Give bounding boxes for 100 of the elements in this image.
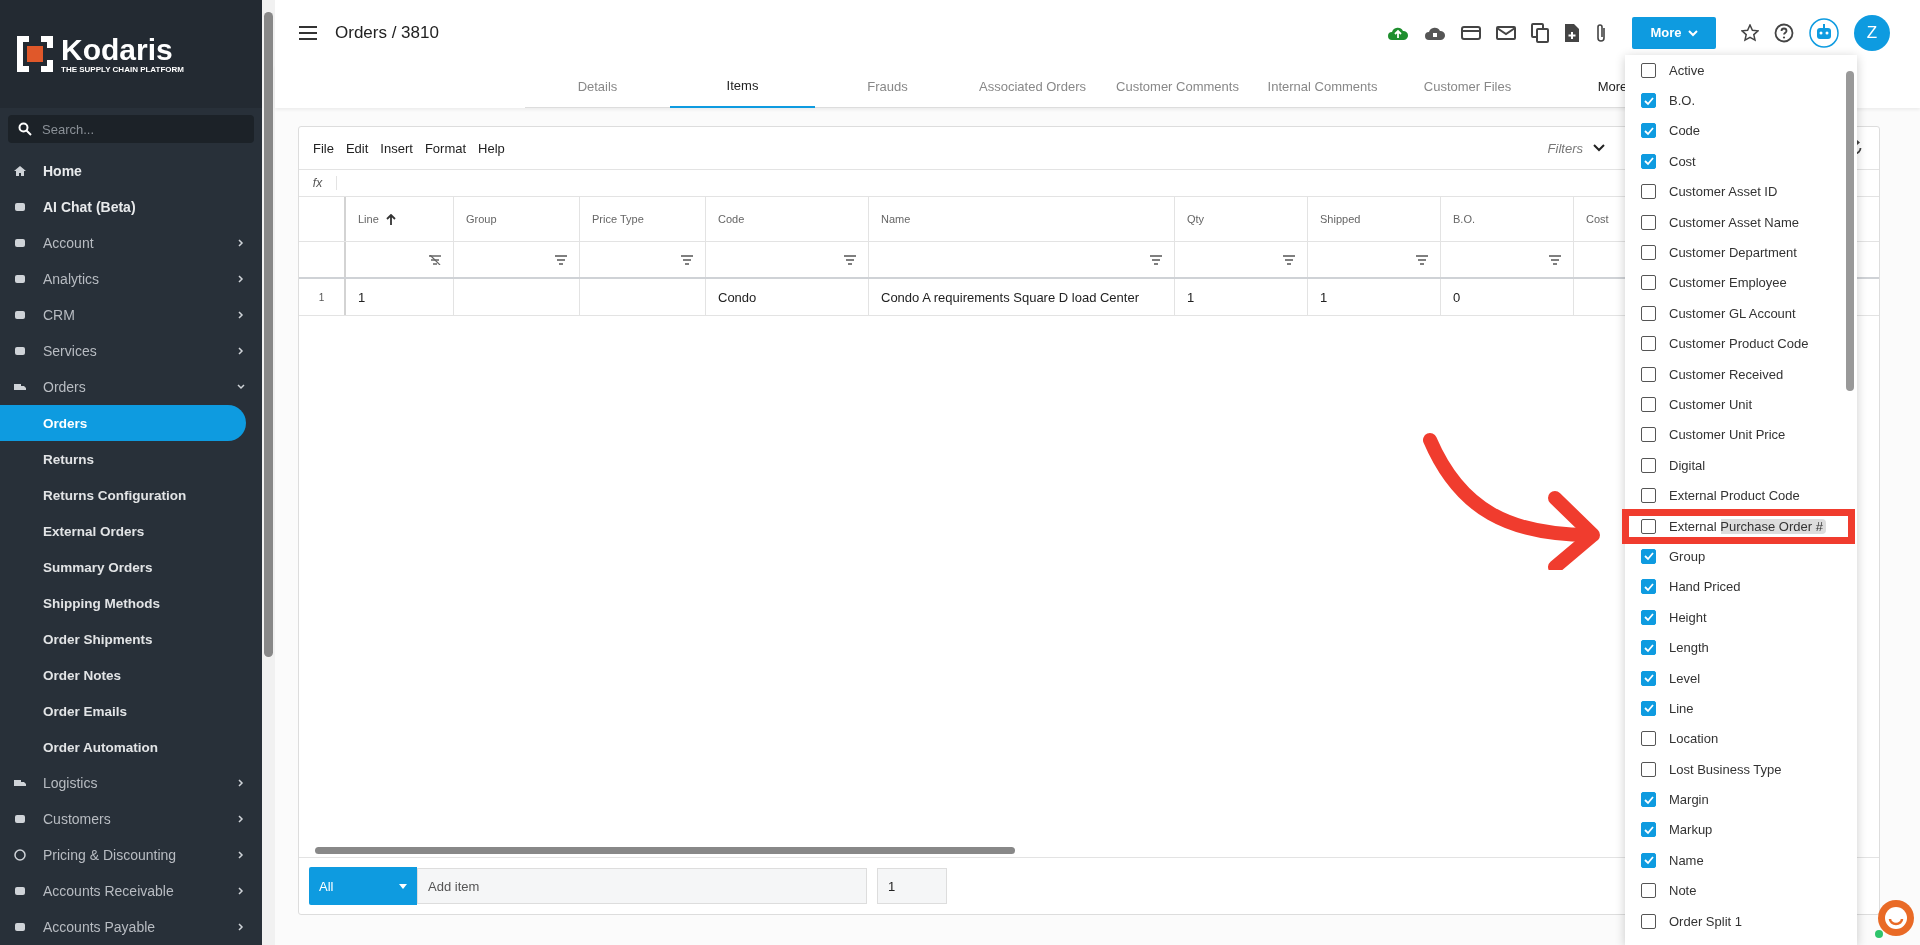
quantity-field[interactable]: 1: [877, 868, 947, 904]
checkbox[interactable]: [1641, 579, 1656, 595]
chat-bubble-icon[interactable]: [1874, 898, 1916, 940]
column-option[interactable]: Customer Received: [1669, 366, 1784, 382]
menu-entry[interactable]: Help: [478, 140, 505, 156]
menu-item[interactable]: Logistics: [0, 765, 262, 801]
menu-item[interactable]: Pricing & Discounting: [0, 837, 262, 873]
column-option[interactable]: Order Split 1: [1669, 913, 1742, 929]
column-option[interactable]: Hand Priced: [1669, 579, 1741, 595]
tab[interactable]: Items: [670, 65, 815, 108]
credit-card-icon[interactable]: [1461, 24, 1481, 41]
checkbox[interactable]: [1641, 700, 1656, 716]
filter-icon[interactable]: [1150, 254, 1162, 265]
menu-item[interactable]: Accounts Receivable: [0, 873, 262, 909]
scrollbar[interactable]: [262, 0, 275, 945]
filter-off-icon[interactable]: [429, 254, 441, 265]
tab[interactable]: Frauds: [815, 65, 960, 108]
column-option[interactable]: Level: [1669, 670, 1701, 686]
tab[interactable]: Internal Comments: [1250, 65, 1395, 108]
column-option[interactable]: Height: [1669, 609, 1707, 625]
menu-item[interactable]: Orders: [0, 369, 262, 405]
help-icon[interactable]: [1774, 22, 1794, 43]
copy-icon[interactable]: [1531, 22, 1549, 43]
column-option[interactable]: Customer Department: [1669, 245, 1797, 261]
submenu-item[interactable]: Returns: [0, 441, 246, 477]
menu-item[interactable]: Account: [0, 225, 262, 261]
menu-item[interactable]: AI Chat (Beta): [0, 189, 262, 225]
checkbox[interactable]: [1641, 852, 1656, 868]
paperclip-icon[interactable]: [1595, 22, 1607, 43]
column-header[interactable]: Cost: [1586, 213, 1609, 225]
checkbox[interactable]: [1641, 640, 1656, 656]
column-header[interactable]: Qty: [1187, 213, 1205, 225]
column-option[interactable]: Length: [1669, 640, 1709, 656]
checkbox[interactable]: [1641, 93, 1656, 109]
tab[interactable]: Details: [525, 65, 670, 108]
column-option[interactable]: Group: [1669, 548, 1706, 564]
checkbox[interactable]: [1641, 913, 1656, 929]
column-option[interactable]: External Purchase Order #: [1669, 518, 1826, 534]
menu-item[interactable]: Customers: [0, 801, 262, 837]
menu-icon[interactable]: [299, 25, 317, 40]
checkbox[interactable]: [1641, 457, 1656, 473]
column-option[interactable]: Customer Asset Name: [1669, 214, 1800, 230]
menu-item[interactable]: Home: [0, 153, 262, 189]
column-option[interactable]: Customer Asset ID: [1669, 184, 1778, 200]
menu-item[interactable]: Analytics: [0, 261, 262, 297]
menu-item[interactable]: Accounts Payable: [0, 909, 262, 945]
column-header[interactable]: Code: [718, 213, 745, 225]
submenu-item[interactable]: Shipping Methods: [0, 585, 246, 621]
column-option[interactable]: Cost: [1669, 153, 1696, 169]
add-item-field[interactable]: Add item: [417, 868, 867, 904]
column-header[interactable]: Line: [358, 213, 396, 225]
submenu-item[interactable]: Order Automation: [0, 729, 246, 765]
tab[interactable]: Associated Orders: [960, 65, 1105, 108]
menu-item[interactable]: Services: [0, 333, 262, 369]
checkbox[interactable]: [1641, 427, 1656, 443]
column-header[interactable]: Name: [881, 213, 911, 225]
submenu-item[interactable]: Order Notes: [0, 657, 246, 693]
column-option[interactable]: Line: [1669, 700, 1694, 716]
filter-icon[interactable]: [1549, 254, 1561, 265]
column-option[interactable]: Digital: [1669, 457, 1706, 473]
menu-entry[interactable]: Edit: [345, 140, 369, 156]
search-field[interactable]: Search...: [8, 115, 254, 143]
checkbox[interactable]: [1641, 488, 1656, 504]
filter-icon[interactable]: [844, 254, 856, 265]
mail-icon[interactable]: [1496, 24, 1516, 41]
tab[interactable]: Customer Comments: [1105, 65, 1250, 108]
column-option[interactable]: Margin: [1669, 792, 1709, 808]
checkbox[interactable]: [1641, 214, 1656, 230]
filter-icon[interactable]: [555, 254, 567, 265]
star-icon[interactable]: [1741, 23, 1759, 42]
menu-entry[interactable]: File: [313, 140, 334, 156]
column-option[interactable]: Customer GL Account: [1669, 305, 1796, 321]
checkbox[interactable]: [1641, 184, 1656, 200]
checkbox[interactable]: [1641, 123, 1656, 139]
checkbox[interactable]: [1641, 62, 1656, 78]
filter-icon[interactable]: [1416, 254, 1428, 265]
column-option[interactable]: Lost Business Type: [1669, 761, 1782, 777]
column-header[interactable]: Price Type: [592, 213, 644, 225]
tab[interactable]: Customer Files: [1395, 65, 1540, 108]
checkbox[interactable]: [1641, 731, 1656, 747]
checkbox[interactable]: [1641, 305, 1656, 321]
column-option[interactable]: Customer Unit Price: [1669, 427, 1786, 443]
file-plus-icon[interactable]: [1564, 22, 1580, 43]
checkbox[interactable]: [1641, 761, 1656, 777]
submenu-item[interactable]: External Orders: [0, 513, 246, 549]
column-option[interactable]: Customer Product Code: [1669, 336, 1809, 352]
checkbox[interactable]: [1641, 245, 1656, 261]
submenu-item[interactable]: Order Shipments: [0, 621, 246, 657]
column-option[interactable]: Name: [1669, 852, 1704, 868]
column-option[interactable]: Location: [1669, 731, 1719, 747]
checkbox[interactable]: [1641, 609, 1656, 625]
column-option[interactable]: Customer Employee: [1669, 275, 1787, 291]
column-option[interactable]: Code: [1669, 123, 1701, 139]
checkbox[interactable]: [1641, 670, 1656, 686]
menu-entry[interactable]: Insert: [380, 140, 413, 156]
checkbox[interactable]: [1641, 153, 1656, 169]
menu-entry[interactable]: Format: [424, 140, 467, 156]
column-option[interactable]: Note: [1669, 883, 1697, 899]
submenu-item[interactable]: Returns Configuration: [0, 477, 246, 513]
checkbox[interactable]: [1641, 548, 1656, 564]
